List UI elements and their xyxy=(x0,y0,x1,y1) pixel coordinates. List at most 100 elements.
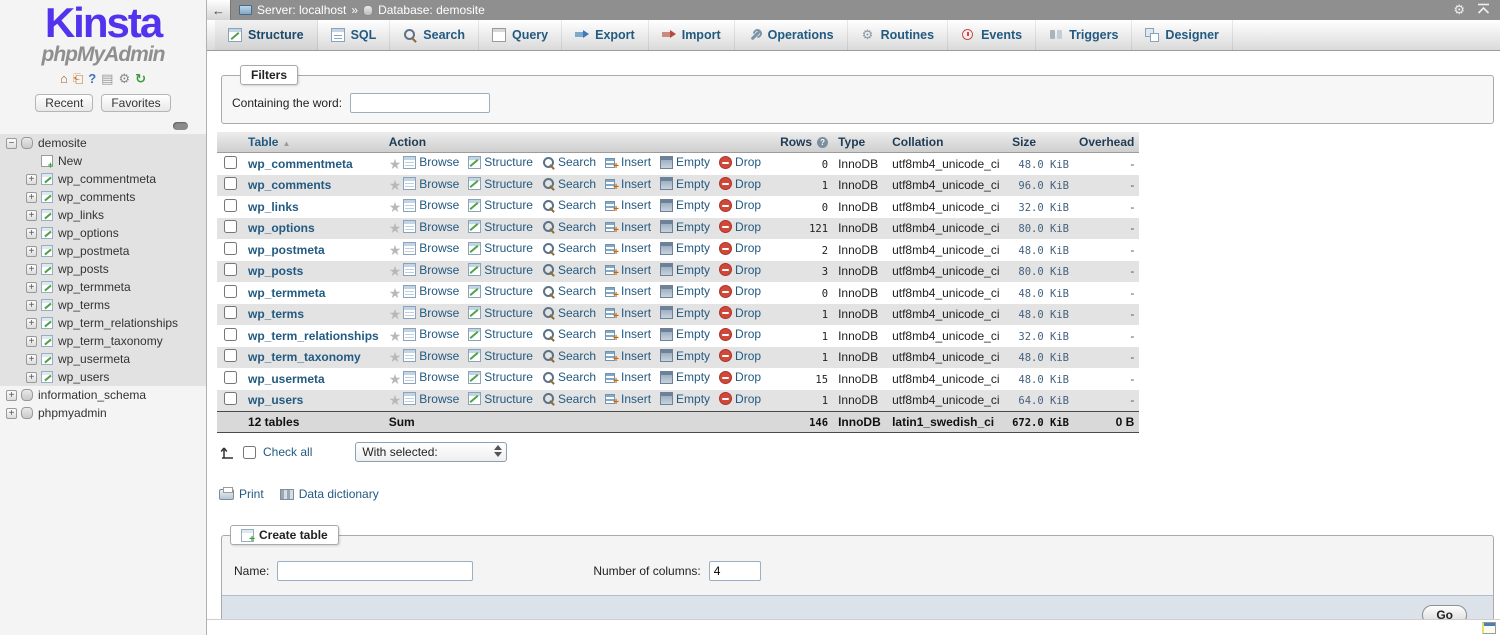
favorite-star-icon[interactable]: ★ xyxy=(389,392,402,408)
expand-icon[interactable]: + xyxy=(26,354,37,365)
browse-link[interactable]: Browse xyxy=(403,392,459,406)
table-name-link[interactable]: wp_term_taxonomy xyxy=(248,350,361,364)
data-dictionary-link[interactable]: Data dictionary xyxy=(280,487,379,501)
browse-link[interactable]: Browse xyxy=(403,349,459,363)
table-name-link[interactable]: wp_usermeta xyxy=(248,372,325,386)
browse-link[interactable]: Browse xyxy=(403,370,459,384)
search-link[interactable]: Search xyxy=(542,349,596,363)
drop-link[interactable]: Drop xyxy=(719,177,761,191)
structure-link[interactable]: Structure xyxy=(468,155,533,169)
empty-link[interactable]: Empty xyxy=(660,392,710,406)
row-checkbox[interactable] xyxy=(224,392,237,405)
browse-link[interactable]: Browse xyxy=(403,220,459,234)
search-link[interactable]: Search xyxy=(542,392,596,406)
row-checkbox[interactable] xyxy=(224,285,237,298)
tab-routines[interactable]: Routines xyxy=(848,20,948,50)
structure-link[interactable]: Structure xyxy=(468,392,533,406)
tab-structure[interactable]: Structure xyxy=(215,20,318,50)
tree-item-wp_terms[interactable]: +wp_terms xyxy=(0,296,206,314)
drop-link[interactable]: Drop xyxy=(719,392,761,406)
expand-icon[interactable]: + xyxy=(26,264,37,275)
table-name-link[interactable]: wp_comments xyxy=(248,178,331,192)
breadcrumb-server[interactable]: Server: localhost xyxy=(257,3,346,17)
tree-item-wp_term_taxonomy[interactable]: +wp_term_taxonomy xyxy=(0,332,206,350)
table-name-link[interactable]: wp_commentmeta xyxy=(248,157,353,171)
search-link[interactable]: Search xyxy=(542,220,596,234)
structure-link[interactable]: Structure xyxy=(468,220,533,234)
tab-query[interactable]: Query xyxy=(479,20,562,50)
favorite-star-icon[interactable]: ★ xyxy=(389,285,402,301)
drop-link[interactable]: Drop xyxy=(719,241,761,255)
insert-link[interactable]: Insert xyxy=(605,241,651,255)
favorite-star-icon[interactable]: ★ xyxy=(389,177,402,193)
open-window-icon[interactable] xyxy=(1482,622,1496,634)
empty-link[interactable]: Empty xyxy=(660,370,710,384)
panel-collapse-handle[interactable] xyxy=(173,122,188,130)
drop-link[interactable]: Drop xyxy=(719,370,761,384)
tree-item-wp_users[interactable]: +wp_users xyxy=(0,368,206,386)
tree-item-wp_links[interactable]: +wp_links xyxy=(0,206,206,224)
expand-icon[interactable]: + xyxy=(26,372,37,383)
header-table[interactable]: Table▲ xyxy=(243,132,384,153)
gear-icon[interactable]: ⚙ xyxy=(1453,2,1465,18)
insert-link[interactable]: Insert xyxy=(605,327,651,341)
help-icon[interactable]: ? xyxy=(88,72,96,85)
favorites-button[interactable]: Favorites xyxy=(101,94,170,112)
search-link[interactable]: Search xyxy=(542,198,596,212)
row-checkbox[interactable] xyxy=(224,177,237,190)
expand-icon[interactable]: + xyxy=(26,300,37,311)
tree-item-wp_postmeta[interactable]: +wp_postmeta xyxy=(0,242,206,260)
row-checkbox[interactable] xyxy=(224,306,237,319)
logout-icon[interactable]: ⎗ xyxy=(73,72,83,85)
rows-help-icon[interactable]: ? xyxy=(817,137,828,148)
row-checkbox[interactable] xyxy=(224,371,237,384)
print-link[interactable]: Print xyxy=(219,487,264,501)
tree-item-wp_termmeta[interactable]: +wp_termmeta xyxy=(0,278,206,296)
tree-item-New[interactable]: New xyxy=(0,152,206,170)
row-checkbox[interactable] xyxy=(224,242,237,255)
expand-icon[interactable]: + xyxy=(6,390,17,401)
tree-item-phpmyadmin[interactable]: +phpmyadmin xyxy=(0,404,206,422)
columns-count-input[interactable] xyxy=(709,561,761,581)
empty-link[interactable]: Empty xyxy=(660,177,710,191)
table-name-link[interactable]: wp_termmeta xyxy=(248,286,325,300)
expand-icon[interactable]: + xyxy=(26,210,37,221)
back-button[interactable]: ← xyxy=(207,0,231,20)
tab-events[interactable]: Events xyxy=(948,20,1036,50)
browse-link[interactable]: Browse xyxy=(403,177,459,191)
table-name-link[interactable]: wp_posts xyxy=(248,264,303,278)
search-link[interactable]: Search xyxy=(542,306,596,320)
recent-button[interactable]: Recent xyxy=(35,94,93,112)
structure-link[interactable]: Structure xyxy=(468,198,533,212)
drop-link[interactable]: Drop xyxy=(719,263,761,277)
favorite-star-icon[interactable]: ★ xyxy=(389,156,402,172)
browse-link[interactable]: Browse xyxy=(403,263,459,277)
tab-operations[interactable]: Operations xyxy=(735,20,848,50)
search-link[interactable]: Search xyxy=(542,284,596,298)
drop-link[interactable]: Drop xyxy=(719,220,761,234)
favorite-star-icon[interactable]: ★ xyxy=(389,371,402,387)
empty-link[interactable]: Empty xyxy=(660,306,710,320)
table-name-link[interactable]: wp_term_relationships xyxy=(248,329,379,343)
insert-link[interactable]: Insert xyxy=(605,349,651,363)
row-checkbox[interactable] xyxy=(224,220,237,233)
table-name-link[interactable]: wp_links xyxy=(248,200,299,214)
empty-link[interactable]: Empty xyxy=(660,198,710,212)
tree-item-wp_comments[interactable]: +wp_comments xyxy=(0,188,206,206)
docs-icon[interactable]: ▤ xyxy=(101,72,113,85)
table-name-link[interactable]: wp_postmeta xyxy=(248,243,325,257)
tab-import[interactable]: Import xyxy=(649,20,735,50)
search-link[interactable]: Search xyxy=(542,263,596,277)
containing-word-input[interactable] xyxy=(350,93,490,113)
empty-link[interactable]: Empty xyxy=(660,263,710,277)
tab-sql[interactable]: SQL xyxy=(318,20,391,50)
search-link[interactable]: Search xyxy=(542,177,596,191)
drop-link[interactable]: Drop xyxy=(719,349,761,363)
browse-link[interactable]: Browse xyxy=(403,155,459,169)
expand-icon[interactable]: + xyxy=(26,192,37,203)
insert-link[interactable]: Insert xyxy=(605,155,651,169)
insert-link[interactable]: Insert xyxy=(605,220,651,234)
table-name-link[interactable]: wp_options xyxy=(248,221,315,235)
row-checkbox[interactable] xyxy=(224,156,237,169)
insert-link[interactable]: Insert xyxy=(605,177,651,191)
